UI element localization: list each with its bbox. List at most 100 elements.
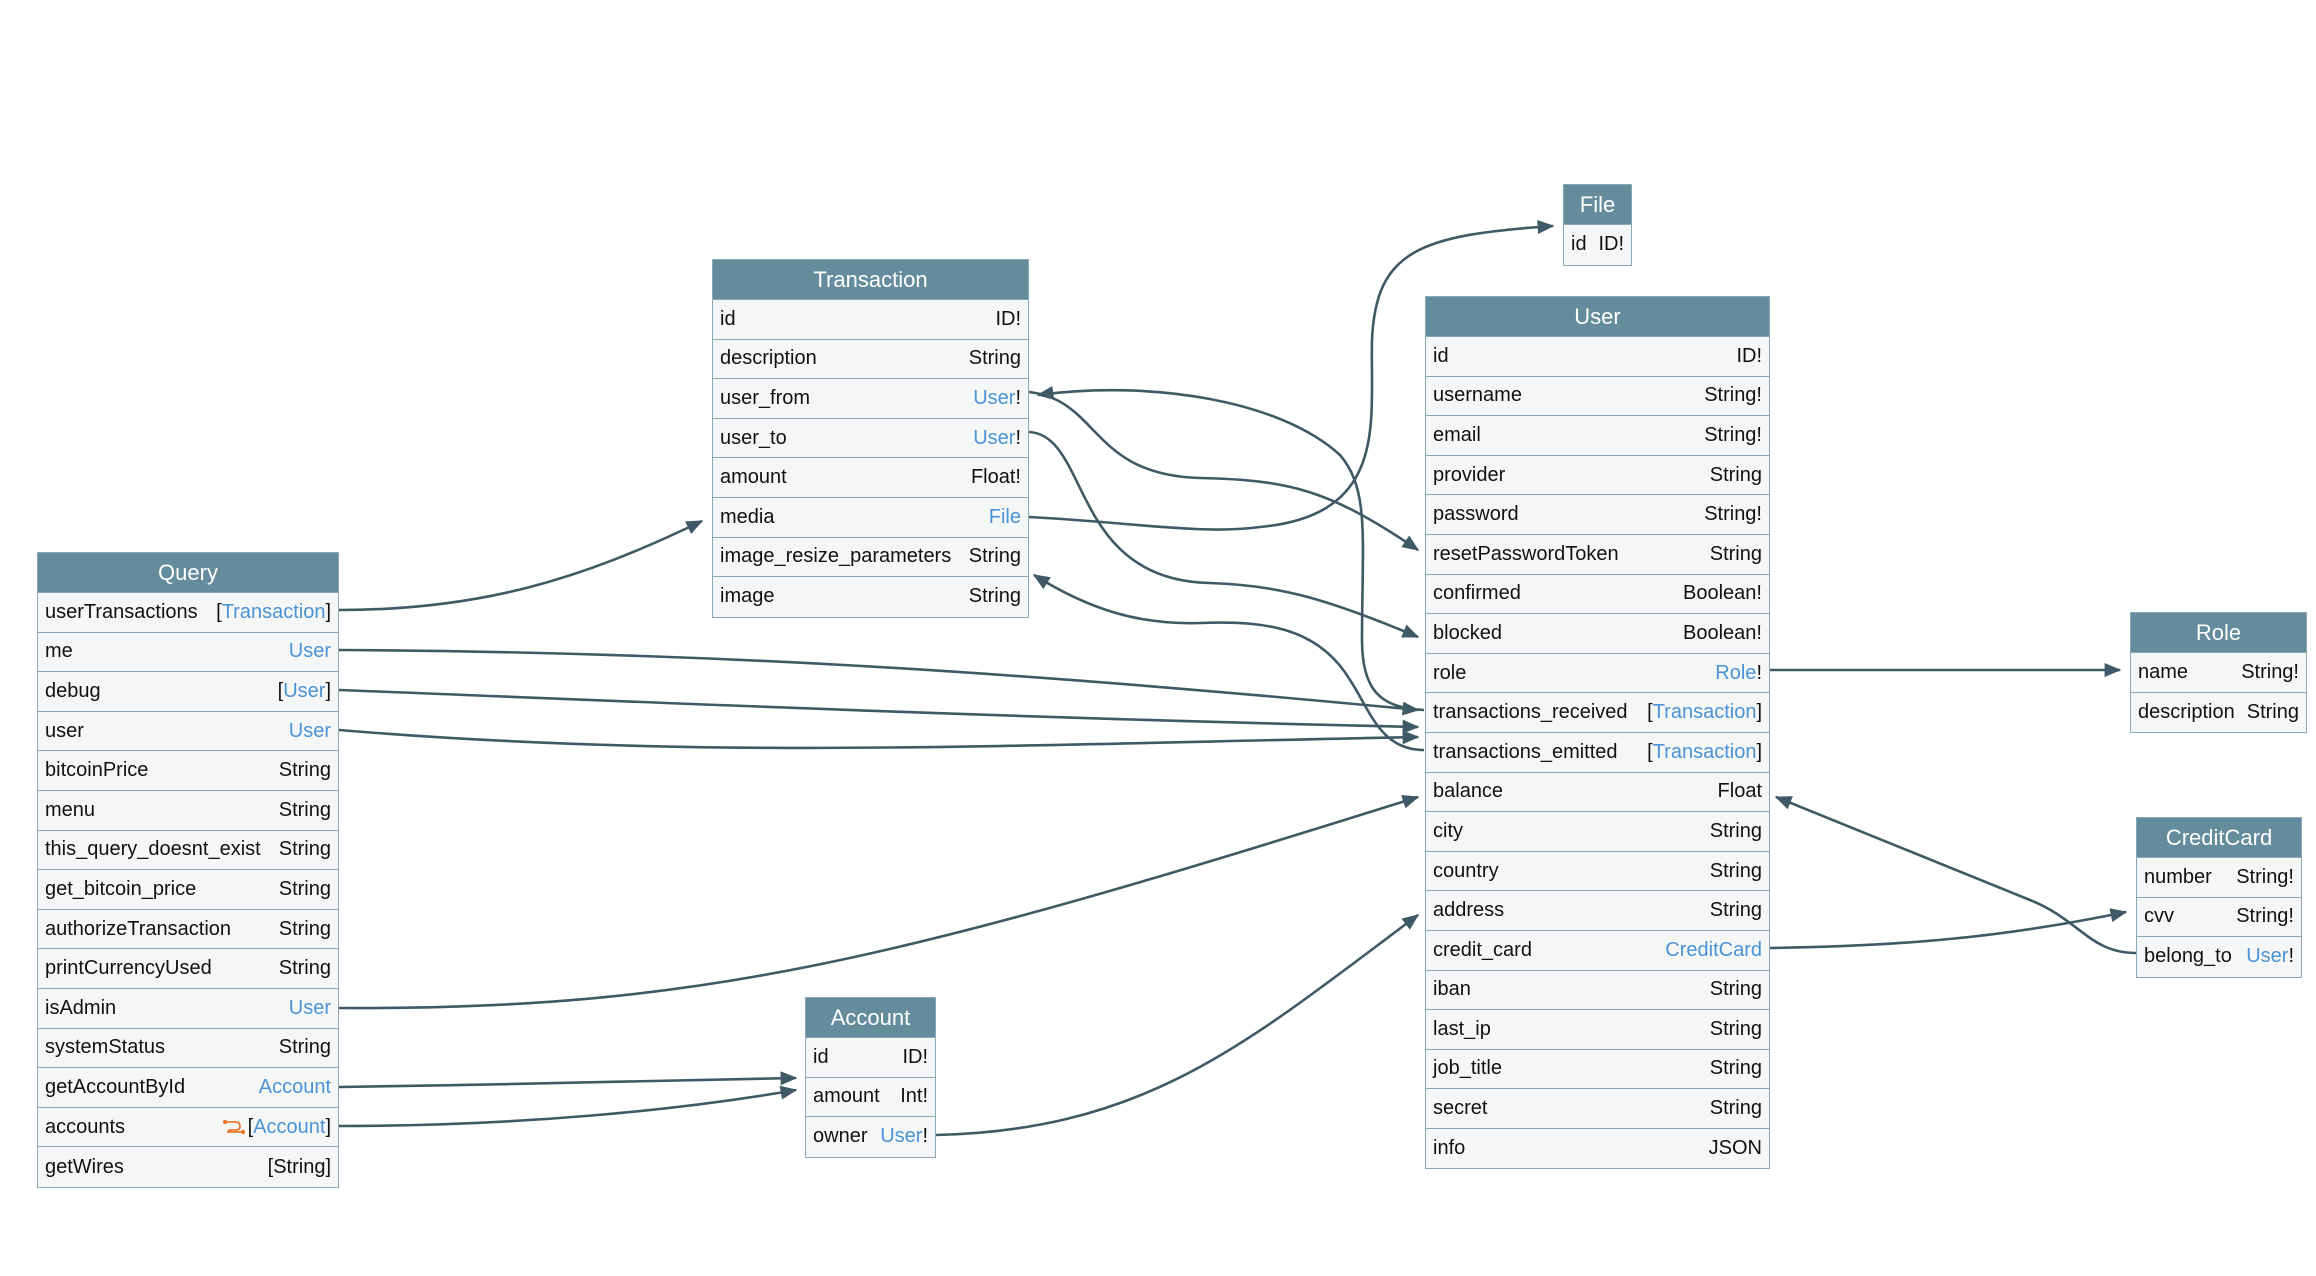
field-row-confirmed[interactable]: confirmed Boolean! [1426, 575, 1769, 615]
field-row-job-title[interactable]: job_title String [1426, 1050, 1769, 1090]
field-row-role[interactable]: role Role! [1426, 654, 1769, 694]
type-link[interactable]: User [973, 427, 1015, 450]
field-type[interactable]: User [289, 997, 331, 1020]
field-row-username[interactable]: username String! [1426, 377, 1769, 417]
type-link[interactable]: File [989, 506, 1021, 529]
field-row-bitcoinprice[interactable]: bitcoinPrice String [38, 751, 338, 791]
edge-query-usertransactions-to-transaction[interactable] [338, 519, 704, 612]
edge-account-owner-to-user[interactable] [935, 913, 1420, 1137]
node-title[interactable]: Query [38, 553, 338, 593]
field-row-provider[interactable]: provider String [1426, 456, 1769, 496]
field-type[interactable]: [User] [278, 680, 331, 703]
field-row-amount[interactable]: amount Float! [713, 458, 1028, 498]
field-row-getaccountbyid[interactable]: getAccountById Account [38, 1068, 338, 1108]
field-row-cvv[interactable]: cvv String! [2137, 898, 2301, 938]
edge-user-creditcard-to-creditcard[interactable] [1769, 908, 2128, 950]
type-link[interactable]: User [973, 387, 1015, 410]
type-node-query[interactable]: Query userTransactions [Transaction] me Use… [37, 552, 339, 1188]
field-row-usertransactions[interactable]: userTransactions [Transaction] [38, 593, 338, 633]
node-title[interactable]: Role [2131, 613, 2306, 653]
field-row-address[interactable]: address String [1426, 891, 1769, 931]
field-row-owner[interactable]: owner User! [806, 1117, 935, 1157]
type-link[interactable]: Account [253, 1116, 325, 1139]
field-row-media[interactable]: media File [713, 498, 1028, 538]
type-link[interactable]: User [283, 680, 325, 703]
node-title[interactable]: User [1426, 297, 1769, 337]
field-row-user[interactable]: user User [38, 712, 338, 752]
type-node-role[interactable]: Role name String! description String [2130, 612, 2307, 734]
field-row-name[interactable]: name String! [2131, 653, 2306, 693]
type-link[interactable]: Transaction [1653, 701, 1757, 724]
field-row-user-to[interactable]: user_to User! [713, 419, 1028, 459]
field-row-id[interactable]: id ID! [1564, 225, 1631, 265]
edge-query-user-to-user[interactable] [338, 728, 1420, 750]
field-type[interactable]: User [289, 720, 331, 743]
field-type[interactable]: User [289, 640, 331, 663]
field-row-number[interactable]: number String! [2137, 858, 2301, 898]
type-link[interactable]: Transaction [222, 601, 326, 624]
field-row-description[interactable]: description String [2131, 693, 2306, 733]
type-link[interactable]: User [289, 720, 331, 743]
type-link[interactable]: CreditCard [1665, 939, 1762, 962]
type-node-user[interactable]: User id ID! username String! email String! pro… [1425, 296, 1770, 1170]
field-row-get-bitcoin-price[interactable]: get_bitcoin_price String [38, 870, 338, 910]
field-row-resetpasswordtoken[interactable]: resetPasswordToken String [1426, 535, 1769, 575]
field-row-getwires[interactable]: getWires [String] [38, 1147, 338, 1187]
field-row-transactions-received[interactable]: transactions_received [Transaction] [1426, 693, 1769, 733]
field-row-image[interactable]: image String [713, 577, 1028, 617]
field-row-description[interactable]: description String [713, 340, 1028, 380]
field-row-belong-to[interactable]: belong_to User! [2137, 937, 2301, 977]
type-node-creditcard[interactable]: CreditCard number String! cvv String! belong… [2136, 817, 2302, 978]
field-row-id[interactable]: id ID! [713, 300, 1028, 340]
field-type[interactable]: User! [973, 427, 1021, 450]
field-row-last-ip[interactable]: last_ip String [1426, 1010, 1769, 1050]
field-row-printcurrencyused[interactable]: printCurrencyUsed String [38, 949, 338, 989]
field-type[interactable]: File [989, 506, 1021, 529]
field-row-blocked[interactable]: blocked Boolean! [1426, 614, 1769, 654]
type-link[interactable]: User [289, 997, 331, 1020]
type-link[interactable]: Transaction [1653, 741, 1757, 764]
node-title[interactable]: Account [806, 998, 935, 1038]
field-type[interactable]: [Transaction] [1647, 701, 1762, 724]
field-row-info[interactable]: info JSON [1426, 1129, 1769, 1169]
field-row-image-resize-parameters[interactable]: image_resize_parameters String [713, 538, 1028, 578]
edge-query-me-to-user[interactable] [338, 648, 1420, 716]
field-row-authorizetransaction[interactable]: authorizeTransaction String [38, 910, 338, 950]
field-row-email[interactable]: email String! [1426, 416, 1769, 456]
type-node-file[interactable]: File id ID! [1563, 184, 1632, 266]
field-row-password[interactable]: password String! [1426, 495, 1769, 535]
field-row-isadmin[interactable]: isAdmin User [38, 989, 338, 1029]
type-link[interactable]: Role [1715, 662, 1756, 685]
edge-query-accounts-to-account[interactable] [338, 1085, 798, 1128]
type-link[interactable]: Account [259, 1076, 331, 1099]
type-link[interactable]: User [289, 640, 331, 663]
type-node-account[interactable]: Account id ID! amount Int! owner User! [805, 997, 936, 1158]
field-row-this-query-doesnt-exist[interactable]: this_query_doesnt_exist String [38, 831, 338, 871]
field-type[interactable]: Role! [1715, 662, 1762, 685]
node-title[interactable]: File [1564, 185, 1631, 225]
node-title[interactable]: CreditCard [2137, 818, 2301, 858]
field-type[interactable]: User! [973, 387, 1021, 410]
field-type[interactable]: CreditCard [1665, 939, 1762, 962]
edge-query-getaccountbyid-to-account[interactable] [338, 1071, 798, 1089]
node-title[interactable]: Transaction [713, 260, 1028, 300]
field-row-debug[interactable]: debug [User] [38, 672, 338, 712]
type-link[interactable]: User [2246, 945, 2288, 968]
edge-creditcard-belongto-to-user[interactable] [1774, 795, 2137, 955]
field-row-me[interactable]: me User [38, 633, 338, 673]
edge-user-transactionsreceived-to-transaction[interactable] [1036, 386, 1425, 712]
edge-user-transactionsemitted-to-transaction[interactable] [1032, 573, 1425, 752]
field-row-country[interactable]: country String [1426, 852, 1769, 892]
edge-query-isadmin-to-user[interactable] [338, 794, 1420, 1010]
field-row-secret[interactable]: secret String [1426, 1089, 1769, 1129]
field-type[interactable]: User! [2246, 945, 2294, 968]
field-row-id[interactable]: id ID! [1426, 337, 1769, 377]
field-type[interactable]: [Account] [222, 1116, 331, 1139]
field-row-balance[interactable]: balance Float [1426, 773, 1769, 813]
field-row-city[interactable]: city String [1426, 812, 1769, 852]
type-link[interactable]: User [880, 1125, 922, 1148]
edge-transaction-userto-to-user[interactable] [1028, 430, 1420, 639]
field-row-credit-card[interactable]: credit_card CreditCard [1426, 931, 1769, 971]
type-node-transaction[interactable]: Transaction id ID! description String user_f… [712, 259, 1029, 618]
field-type[interactable]: User! [880, 1125, 928, 1148]
